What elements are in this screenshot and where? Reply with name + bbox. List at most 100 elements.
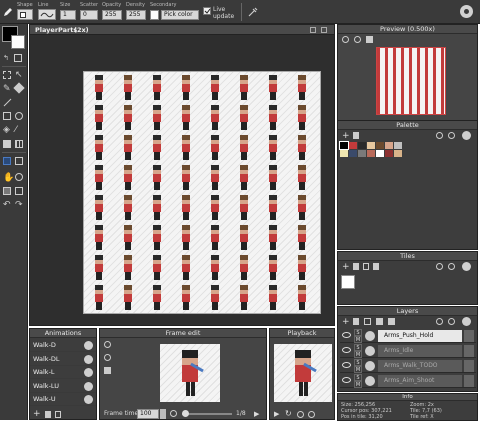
preview-zoom-out-icon[interactable] bbox=[354, 36, 361, 43]
line-select[interactable] bbox=[38, 9, 56, 20]
animation-item[interactable]: Walk-U bbox=[30, 393, 96, 406]
rectangle-tool-icon[interactable] bbox=[3, 112, 11, 120]
move-icon[interactable]: ↖ bbox=[15, 70, 23, 80]
opacity-select[interactable]: 255 bbox=[102, 10, 122, 20]
layer-solo-button[interactable]: S bbox=[354, 374, 362, 381]
redo-icon[interactable]: ↷ bbox=[15, 200, 23, 210]
palette-delete-icon[interactable] bbox=[353, 132, 359, 139]
secondary-select[interactable]: Pick color bbox=[161, 10, 199, 20]
preview-fit-icon[interactable] bbox=[366, 36, 373, 43]
palette-zoom-out-icon[interactable] bbox=[448, 132, 455, 139]
layer-gear-icon[interactable] bbox=[365, 376, 375, 386]
tiles-copy-icon[interactable] bbox=[353, 263, 359, 270]
frame-time-input[interactable]: 100 bbox=[137, 409, 159, 419]
frame-preview-image[interactable] bbox=[160, 344, 220, 402]
layers-delete-icon[interactable] bbox=[353, 318, 359, 325]
layers-add-icon[interactable]: + bbox=[342, 317, 350, 327]
frame-prev-icon[interactable] bbox=[170, 410, 177, 417]
tiles-zoom-in-icon[interactable] bbox=[436, 263, 443, 270]
frame-icon[interactable] bbox=[3, 187, 11, 195]
animations-duplicate-icon[interactable] bbox=[55, 411, 61, 418]
tile-place-icon[interactable] bbox=[15, 157, 23, 165]
layers-merge-icon[interactable] bbox=[364, 318, 371, 325]
layer-mute-button[interactable]: M bbox=[354, 366, 362, 373]
layer-visibility-eye-icon[interactable] bbox=[342, 377, 351, 383]
layer-row[interactable]: S M Arms_Idle bbox=[340, 344, 476, 358]
animation-gear-icon[interactable] bbox=[84, 341, 93, 350]
window-minimize-icon[interactable] bbox=[310, 27, 316, 33]
layer-mute-button[interactable]: M bbox=[354, 351, 362, 358]
grid-tool-icon[interactable] bbox=[15, 140, 23, 148]
layer-visibility-eye-icon[interactable] bbox=[342, 332, 351, 338]
eyedropper-icon[interactable] bbox=[247, 6, 259, 18]
palette-swatch[interactable] bbox=[339, 141, 349, 150]
size-select[interactable]: 1 bbox=[60, 10, 76, 20]
window-close-icon[interactable] bbox=[321, 27, 327, 33]
animation-item[interactable]: Walk-DL bbox=[30, 353, 96, 366]
animation-gear-icon[interactable] bbox=[84, 368, 93, 377]
tiles-gear-icon[interactable] bbox=[462, 262, 471, 271]
frame-play-icon[interactable]: ▶ bbox=[254, 410, 259, 418]
playback-zoom-out-icon[interactable] bbox=[308, 411, 315, 418]
layer-solo-button[interactable]: S bbox=[354, 329, 362, 336]
layer-visibility-eye-icon[interactable] bbox=[342, 362, 351, 368]
live-update-checkbox[interactable] bbox=[203, 7, 211, 15]
select-rect-icon[interactable] bbox=[3, 71, 11, 79]
animation-item[interactable]: Walk-L bbox=[30, 366, 96, 379]
secondary-swatch[interactable] bbox=[150, 10, 159, 20]
settings-gear-icon[interactable] bbox=[460, 5, 473, 18]
square-tool-icon[interactable] bbox=[15, 187, 23, 195]
layer-mute-button[interactable]: M bbox=[354, 336, 362, 343]
ellipse-tool-icon[interactable] bbox=[15, 112, 23, 120]
palette-swatch[interactable] bbox=[349, 142, 357, 149]
preview-image[interactable] bbox=[376, 47, 446, 115]
line-tool-icon[interactable] bbox=[3, 98, 12, 107]
animation-gear-icon[interactable] bbox=[84, 354, 93, 364]
layers-zoom-out-icon[interactable] bbox=[448, 318, 455, 325]
frame-slider[interactable] bbox=[182, 410, 232, 417]
tiles-duplicate-icon[interactable] bbox=[363, 263, 369, 270]
tile-thumbnail[interactable] bbox=[341, 275, 355, 289]
palette-swatch[interactable] bbox=[376, 150, 384, 157]
playback-preview-image[interactable] bbox=[274, 344, 332, 402]
layer-gear-icon[interactable] bbox=[365, 361, 375, 371]
preview-zoom-in-icon[interactable] bbox=[342, 36, 349, 43]
palette-swatch[interactable] bbox=[367, 150, 375, 157]
swap-colors-icon[interactable]: ↰ bbox=[3, 54, 11, 62]
hand-icon[interactable]: ✋ bbox=[3, 173, 14, 183]
palette-swatch[interactable] bbox=[358, 150, 366, 157]
palette-swatch[interactable] bbox=[340, 150, 348, 157]
palette-swatch[interactable] bbox=[349, 150, 357, 157]
palette-zoom-in-icon[interactable] bbox=[436, 132, 443, 139]
layers-down-icon[interactable] bbox=[388, 318, 395, 325]
layers-gear-icon[interactable] bbox=[462, 317, 471, 326]
animation-item[interactable]: Walk-D bbox=[30, 339, 96, 352]
frame-fit-icon[interactable] bbox=[104, 367, 111, 374]
undo-icon[interactable]: ↶ bbox=[3, 200, 11, 210]
playback-loop-icon[interactable]: ↻ bbox=[285, 409, 292, 418]
reset-colors-icon[interactable] bbox=[14, 54, 22, 62]
layers-zoom-in-icon[interactable] bbox=[436, 318, 443, 325]
secondary-color-swatch[interactable] bbox=[11, 35, 25, 49]
picker-tool-icon[interactable]: ⁄ bbox=[15, 125, 17, 135]
layer-gear-icon[interactable] bbox=[365, 346, 375, 356]
frame-zoom-in-icon[interactable] bbox=[104, 341, 111, 348]
animations-delete-icon[interactable] bbox=[45, 411, 51, 418]
playback-zoom-in-icon[interactable] bbox=[297, 411, 304, 418]
select-tile-icon[interactable] bbox=[3, 157, 11, 165]
palette-swatch[interactable] bbox=[385, 142, 393, 149]
palette-swatch[interactable] bbox=[376, 142, 384, 149]
playback-play-icon[interactable]: ▶ bbox=[274, 410, 279, 418]
frame-slider-thumb[interactable] bbox=[182, 410, 189, 417]
tile-tool-icon[interactable] bbox=[3, 140, 11, 148]
layers-up-icon[interactable] bbox=[376, 318, 383, 325]
palette-swatch[interactable] bbox=[358, 142, 366, 149]
brush-icon[interactable]: ✎ bbox=[3, 84, 11, 94]
layer-row[interactable]: S M Arms_Walk_TODO bbox=[340, 359, 476, 373]
eraser-icon[interactable] bbox=[13, 82, 25, 94]
palette-swatch[interactable] bbox=[394, 150, 402, 157]
density-select[interactable]: 255 bbox=[126, 10, 146, 20]
layer-visibility-eye-icon[interactable] bbox=[342, 347, 351, 353]
animation-item[interactable]: Walk-LU bbox=[30, 380, 96, 393]
pencil-icon[interactable] bbox=[3, 7, 13, 17]
